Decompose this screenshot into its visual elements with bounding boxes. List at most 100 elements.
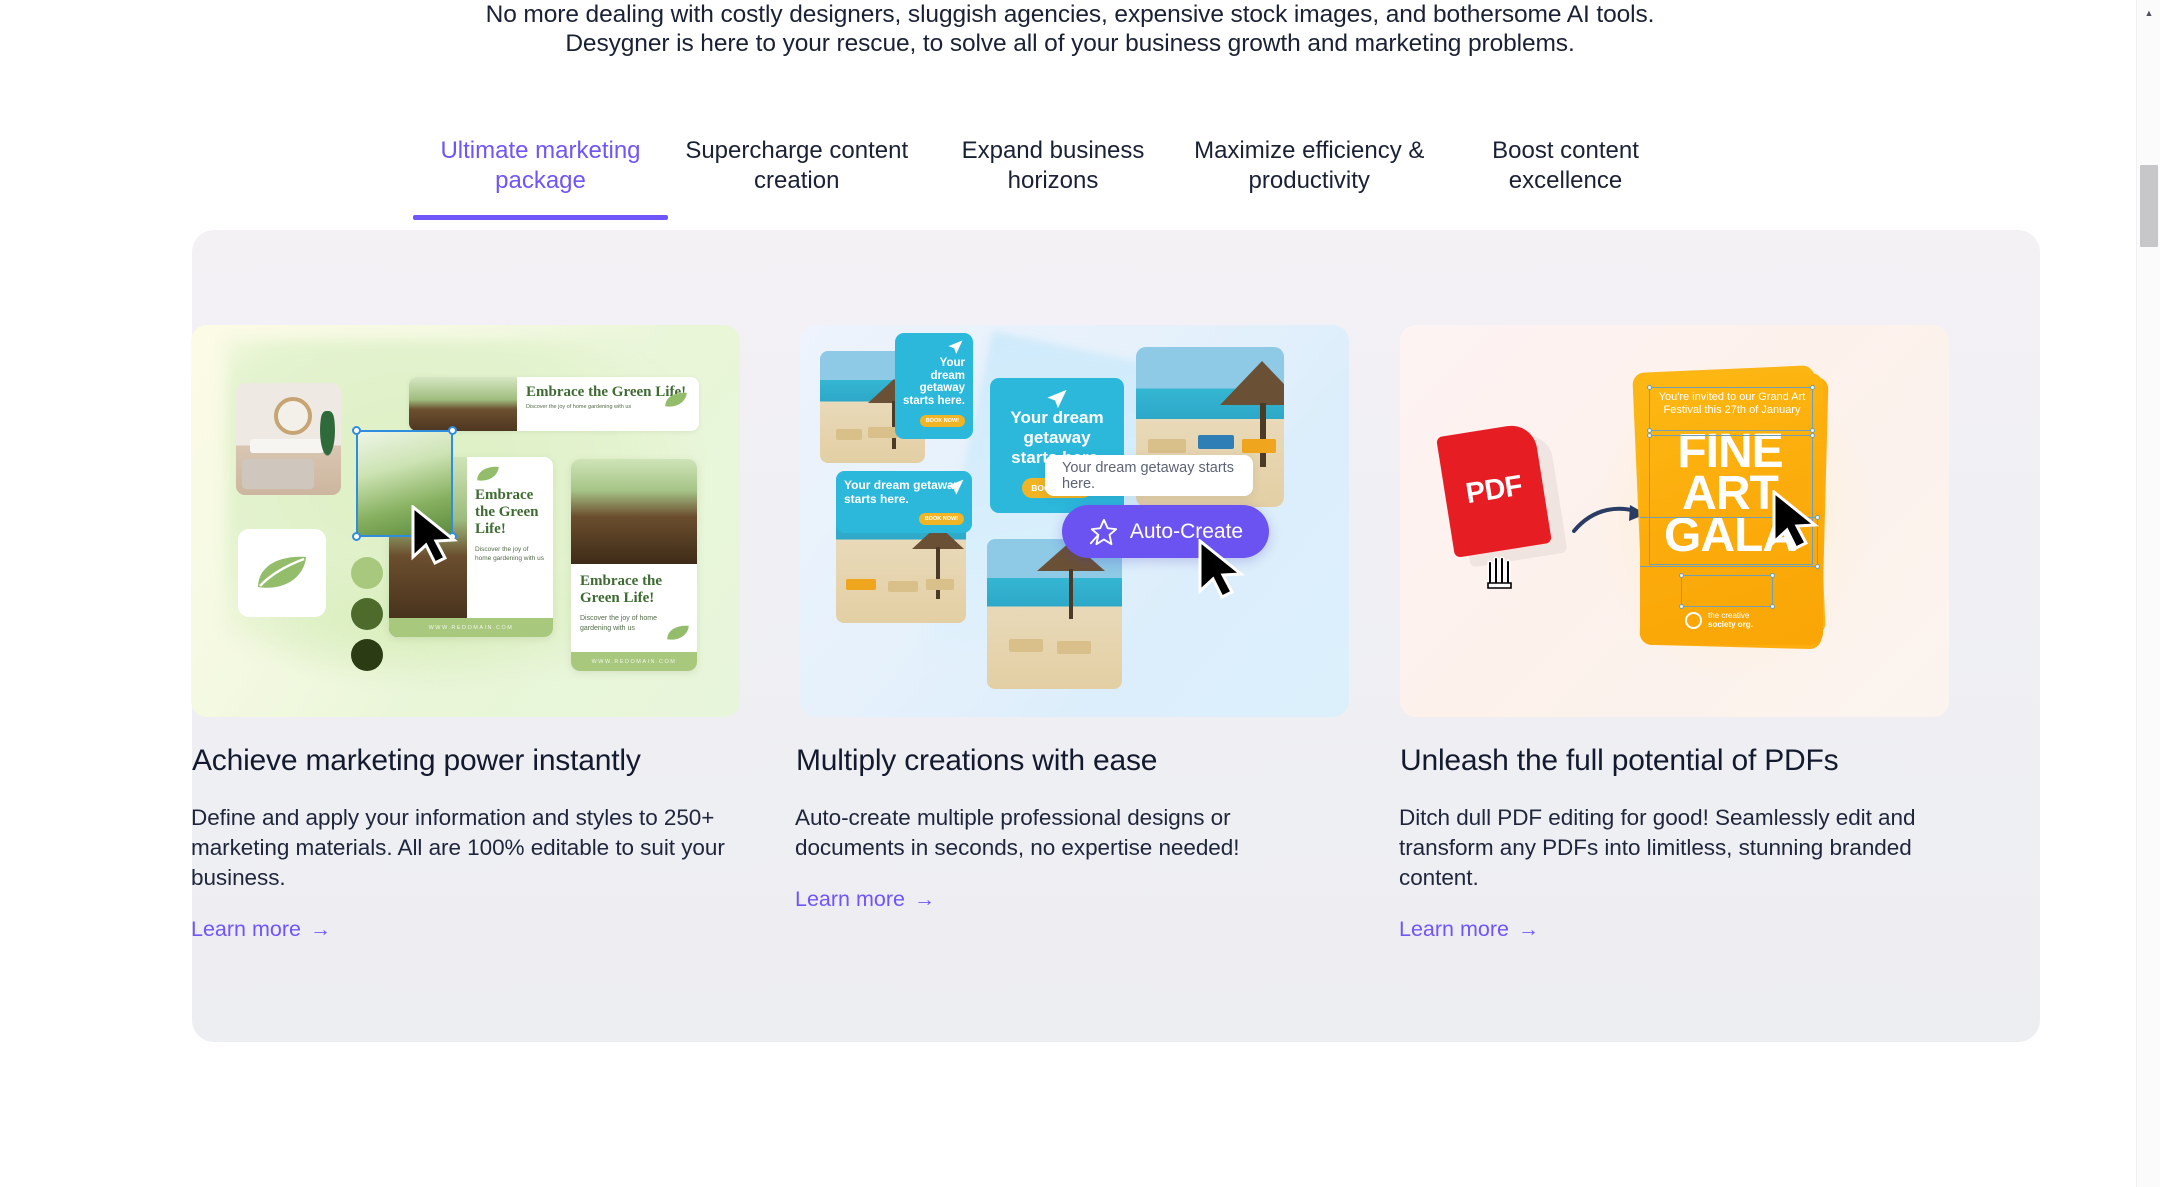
card-artwork-auto-create: Your dream getaway starts here. BOOK NOW…: [800, 325, 1349, 717]
travel-template-small-2[interactable]: Your dream getaway starts here. BOOK NOW…: [836, 471, 972, 533]
auto-create-button[interactable]: Auto-Create: [1062, 505, 1269, 558]
scroll-up-arrow-icon[interactable]: ▲: [2137, 2, 2160, 24]
page-scrollbar[interactable]: ▲: [2136, 0, 2160, 1187]
poster-logo-text: the creative society org.: [1708, 611, 1753, 629]
bed-shape: [242, 459, 314, 489]
feature-card-pdf: PDF You're invited to our Grand Art Fest…: [1399, 230, 2003, 942]
learn-more-link[interactable]: Learn more →: [191, 917, 331, 942]
tab-supercharge-content-creation[interactable]: Supercharge content creation: [669, 136, 924, 220]
template-heading: Embrace the Green Life!: [580, 573, 663, 606]
feature-card-list: Embrace the Green Life! Discover the joy…: [191, 230, 2040, 942]
room-photo-thumbnail: [236, 383, 341, 495]
tab-label: Ultimate marketing package: [440, 137, 641, 194]
resize-handle-top-right[interactable]: [1815, 515, 1820, 520]
tab-label: Expand business horizons: [961, 137, 1145, 194]
template-footer: WWW.REDOMAIN.COM: [571, 652, 697, 671]
resize-handle-top-left[interactable]: [1647, 433, 1652, 438]
leaf-icon: [477, 466, 499, 481]
card-title: Multiply creations with ease: [796, 744, 1158, 777]
template-text-block: Embrace the Green Life! Discover the joy…: [571, 564, 697, 640]
resize-handle-bottom-right[interactable]: [1815, 564, 1820, 569]
fine-art-gala-poster[interactable]: You're invited to our Grand Art Festival…: [1640, 373, 1823, 645]
card-title: Unleash the full potential of PDFs: [1400, 744, 1839, 777]
travel-template-small-1[interactable]: Your dream getaway starts here. BOOK NOW…: [895, 333, 973, 439]
card-title: Achieve marketing power instantly: [192, 744, 641, 777]
book-now-button[interactable]: BOOK NOW!: [919, 415, 965, 427]
card-body: Define and apply your information and st…: [191, 805, 725, 890]
feature-card-auto-create: Your dream getaway starts here. BOOK NOW…: [795, 230, 1399, 942]
tab-label: Boost content excellence: [1492, 137, 1639, 194]
selected-image-element[interactable]: [352, 426, 457, 541]
template-card-portrait[interactable]: Embrace the Green Life! Discover the joy…: [571, 459, 697, 671]
resize-handle-bottom-right[interactable]: [448, 532, 457, 541]
intro-copy: No more dealing with costly designers, s…: [0, 0, 2140, 58]
color-palette-dots: [351, 557, 383, 680]
arrow-right-icon: →: [913, 888, 935, 911]
learn-more-label: Learn more: [191, 917, 301, 941]
feature-tabs: Ultimate marketing package Supercharge c…: [413, 136, 1693, 220]
learn-more-link[interactable]: Learn more →: [795, 887, 935, 912]
tab-expand-business-horizons[interactable]: Expand business horizons: [926, 136, 1181, 220]
template-photo: [409, 377, 517, 431]
intro-line-1: No more dealing with costly designers, s…: [485, 1, 1655, 28]
tab-label: Supercharge content creation: [685, 137, 909, 194]
resize-handle-top-right[interactable]: [448, 426, 457, 435]
paper-plane-icon: [947, 479, 964, 495]
card-artwork-pdf: PDF You're invited to our Grand Art Fest…: [1400, 325, 1949, 717]
resize-handle-top-right[interactable]: [1810, 433, 1815, 438]
palette-dot-dark: [351, 639, 383, 671]
arrow-right-icon: →: [1517, 918, 1539, 941]
arrow-right-icon: →: [309, 918, 331, 941]
palette-dot-light: [351, 557, 383, 589]
book-now-button[interactable]: BOOK NOW!: [918, 513, 964, 525]
leaf-logo-card: [238, 529, 326, 617]
tab-maximize-efficiency-productivity[interactable]: Maximize efficiency & productivity: [1182, 136, 1437, 220]
tab-label: Maximize efficiency & productivity: [1194, 137, 1425, 194]
card-artwork-marketing: Embrace the Green Life! Discover the joy…: [191, 325, 740, 717]
palette-dot-medium: [351, 598, 383, 630]
learn-more-label: Learn more: [1399, 917, 1509, 941]
selection-box-invite-text[interactable]: [1647, 385, 1815, 433]
resize-handle-top-right[interactable]: [1810, 385, 1815, 390]
feature-card-marketing: Embrace the Green Life! Discover the joy…: [191, 230, 795, 942]
prompt-value: Your dream getaway starts here.: [1062, 459, 1234, 492]
auto-create-prompt-input[interactable]: Your dream getaway starts here.: [1045, 455, 1253, 496]
tab-ultimate-marketing-package[interactable]: Ultimate marketing package: [413, 136, 668, 220]
leaf-icon: [667, 625, 689, 640]
pdf-document-icon[interactable]: PDF: [1436, 422, 1552, 558]
auto-create-label: Auto-Create: [1129, 519, 1244, 543]
template-footer: WWW.REDOMAIN.COM: [389, 618, 553, 637]
paper-plane-icon: [948, 340, 963, 354]
resize-handle-top-left[interactable]: [1647, 385, 1652, 390]
template-subheading: Discover the joy of home gardening with …: [475, 546, 545, 562]
beach-photo-4: [987, 539, 1122, 689]
resize-handle-bottom-left[interactable]: [352, 532, 361, 541]
poster-logo-line-2: society org.: [1708, 620, 1753, 629]
poster-logo: the creative society org.: [1685, 611, 1753, 629]
template-card-wide[interactable]: Embrace the Green Life! Discover the joy…: [409, 377, 699, 431]
pdf-label: PDF: [1463, 469, 1525, 510]
template-text-block: Embrace the Green Life! Discover the joy…: [517, 377, 699, 431]
paper-plane-icon: [1047, 389, 1067, 409]
leaf-icon: [258, 556, 306, 588]
scrollbar-thumb[interactable]: [2140, 165, 2158, 247]
template-heading: Your dream getaway starts here.: [903, 357, 966, 407]
leaf-icon: [665, 392, 687, 407]
tab-boost-content-excellence[interactable]: Boost content excellence: [1438, 136, 1693, 220]
feature-panel: Embrace the Green Life! Discover the joy…: [191, 230, 2040, 1042]
creative-society-mark-icon: [1685, 611, 1702, 629]
learn-more-link[interactable]: Learn more →: [1399, 917, 1539, 942]
intro-line-2: Desygner is here to your rescue, to solv…: [565, 30, 1575, 57]
card-body: Ditch dull PDF editing for good! Seamles…: [1399, 805, 1916, 890]
resize-handle-bottom-right[interactable]: [1770, 604, 1775, 609]
template-photo: [571, 459, 697, 564]
selection-box-logo[interactable]: [1679, 573, 1775, 609]
selection-box-gala[interactable]: [1640, 515, 1820, 569]
template-text-block: Embrace the Green Life! Discover the joy…: [467, 457, 553, 637]
resize-handle-top-left[interactable]: [352, 426, 361, 435]
resize-handle-bottom-left[interactable]: [1679, 604, 1684, 609]
magic-wand-star-icon: [1089, 518, 1117, 545]
resize-handle-top-left[interactable]: [1679, 573, 1684, 578]
resize-handle-top-right[interactable]: [1770, 573, 1775, 578]
shelf-shape: [250, 439, 324, 453]
